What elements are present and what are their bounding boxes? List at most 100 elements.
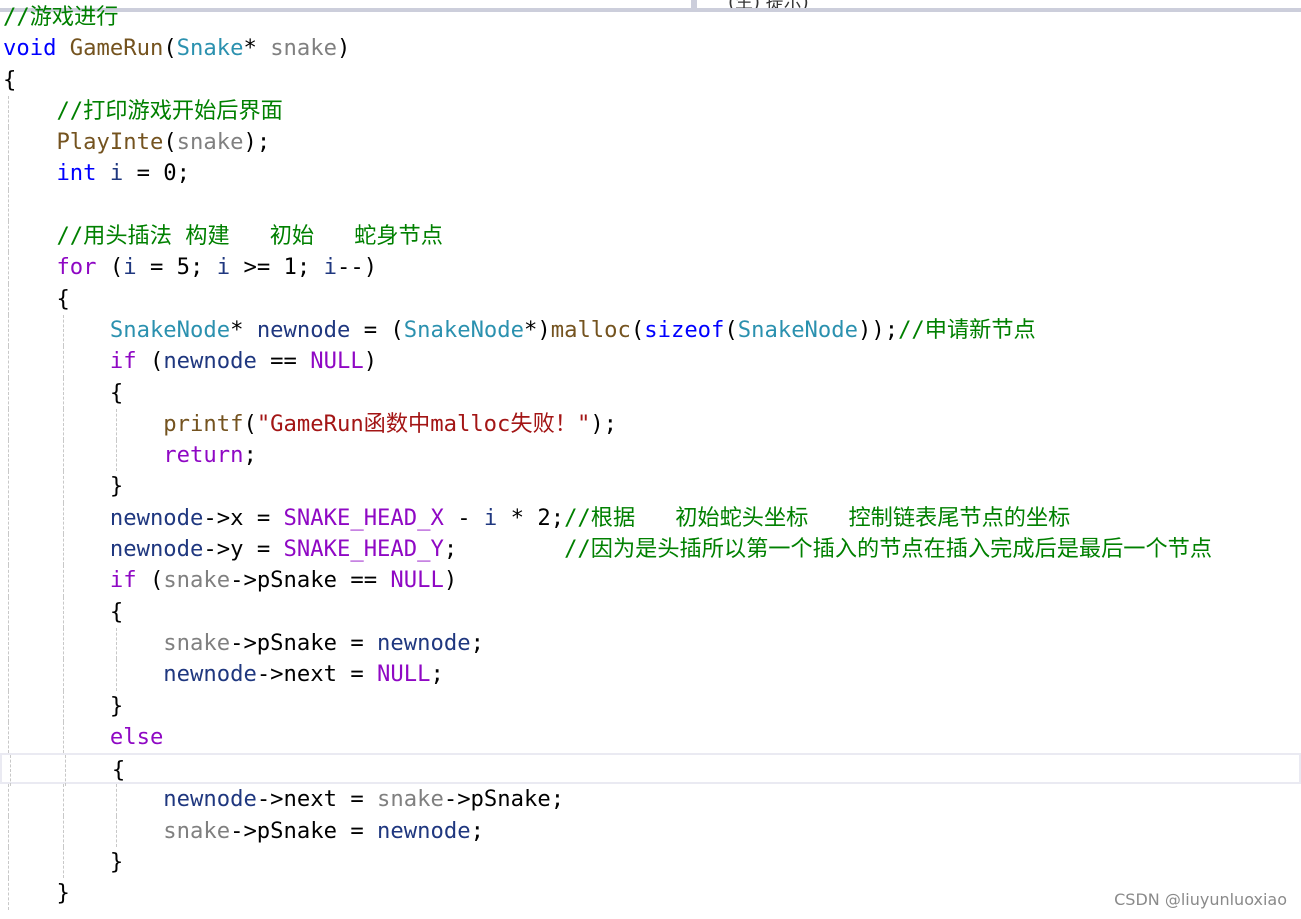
code-line[interactable]: } — [0, 847, 1301, 879]
code-line[interactable]: newnode->x = SNAKE_HEAD_X - i * 2;//根据 初… — [0, 502, 1301, 535]
code-token: newnode — [109, 536, 204, 563]
code-line[interactable]: PlayInte(snake); — [0, 127, 1301, 159]
indent-guide — [8, 847, 9, 879]
code-token: i — [109, 160, 124, 187]
code-token: ( — [96, 254, 124, 281]
code-token: //用头插法 构建 初始 蛇身节点 — [56, 223, 443, 250]
code-token: ); — [590, 410, 618, 437]
code-line[interactable]: void GameRun(Snake* snake) — [0, 33, 1301, 64]
code-line[interactable]: } — [0, 878, 1301, 910]
code-token: malloc — [550, 316, 631, 343]
code-token: Snake — [176, 35, 244, 62]
code-line[interactable]: SnakeNode* newnode = (SnakeNode*)malloc(… — [0, 314, 1301, 347]
code-line[interactable]: newnode->next = snake->pSnake; — [0, 784, 1301, 816]
code-editor[interactable]: //游戏进行 void GameRun(Snake* snake){ //打印游戏… — [0, 2, 1301, 910]
indent-guide — [8, 596, 9, 628]
code-line[interactable]: //游戏进行 — [0, 2, 1301, 33]
code-token: } — [109, 849, 124, 876]
indent-guide — [116, 627, 118, 660]
indent-guide — [62, 721, 64, 754]
code-line[interactable]: //打印游戏开始后界面 — [0, 95, 1301, 128]
code-token: newnode — [163, 786, 257, 813]
code-line[interactable]: } — [0, 690, 1301, 722]
indent-guide — [10, 755, 11, 787]
code-token: ( — [163, 35, 177, 62]
code-token: snake — [377, 786, 444, 813]
code-token: if — [109, 348, 137, 375]
code-token: newnode — [163, 661, 257, 688]
code-token: ( — [136, 348, 164, 375]
code-line[interactable]: newnode->y = SNAKE_HEAD_Y; //因为是头插所以第一个插… — [0, 534, 1301, 566]
code-token: newnode — [377, 817, 471, 844]
code-token: * — [230, 316, 257, 343]
code-line[interactable]: newnode->next = NULL; — [0, 659, 1301, 691]
code-token: = 0; — [123, 160, 191, 187]
code-line[interactable]: //用头插法 构建 初始 蛇身节点 — [0, 221, 1301, 253]
indent-guide — [8, 534, 9, 566]
indent-guide — [116, 440, 118, 472]
code-token: i — [323, 254, 337, 281]
code-token: ->y = — [203, 536, 284, 563]
code-line[interactable]: { — [0, 596, 1301, 628]
code-token: ( — [243, 410, 257, 437]
code-token: = 5; — [136, 254, 217, 281]
indent-guide — [62, 377, 64, 409]
code-line[interactable]: { — [0, 283, 1301, 315]
code-line[interactable]: int i = 0; — [0, 158, 1301, 190]
indent-guide — [62, 440, 64, 472]
indent-guide — [8, 721, 9, 754]
indent-guide — [64, 755, 66, 787]
indent-guide — [8, 784, 9, 816]
code-token: * 2; — [497, 504, 565, 531]
indent-guide — [62, 784, 64, 816]
code-line[interactable]: else — [0, 721, 1301, 754]
code-token: return — [163, 442, 244, 469]
code-line[interactable]: } — [0, 471, 1301, 503]
code-token: //根据 初始蛇头坐标 控制链表尾节点的坐标 — [564, 504, 1071, 531]
code-line[interactable]: return; — [0, 440, 1301, 472]
code-line[interactable]: { — [0, 377, 1301, 409]
code-token: } — [109, 692, 124, 719]
indent-guide — [8, 565, 9, 597]
indent-guide — [8, 189, 9, 222]
code-token: * — [243, 35, 271, 62]
code-token: i — [123, 254, 137, 281]
indent-guide — [62, 471, 64, 503]
code-line[interactable]: { — [0, 65, 1301, 96]
code-token: } — [109, 473, 124, 500]
indent-guide — [8, 502, 9, 535]
indent-guide — [116, 815, 118, 848]
code-token: newnode — [377, 629, 471, 656]
code-line[interactable]: snake->pSnake = newnode; — [0, 815, 1301, 848]
code-line[interactable]: { — [0, 753, 1301, 787]
indent-guide — [62, 314, 64, 347]
code-line[interactable]: snake->pSnake = newnode; — [0, 627, 1301, 660]
watermark: CSDN @liuyunluoxiao — [1114, 890, 1287, 909]
code-token: snake — [270, 35, 337, 62]
code-token: ( — [136, 567, 164, 594]
code-token: NULL — [377, 661, 431, 688]
code-line[interactable]: if (snake->pSnake == NULL) — [0, 565, 1301, 597]
code-token: ) — [443, 567, 458, 594]
indent-guide — [8, 221, 9, 253]
code-token: *) — [524, 316, 551, 343]
code-token: ->next = — [256, 661, 378, 688]
code-token: SNAKE_HEAD_Y — [283, 536, 444, 563]
indent-guide — [62, 346, 64, 378]
indent-guide — [8, 815, 9, 848]
indent-guide — [116, 659, 118, 691]
code-token: SNAKE_HEAD_X — [283, 504, 444, 531]
code-line[interactable]: for (i = 5; i >= 1; i--) — [0, 252, 1301, 284]
code-line[interactable]: printf("GameRun函数中malloc失败！"); — [0, 408, 1301, 441]
code-line[interactable] — [0, 189, 1301, 222]
code-token: if — [109, 567, 137, 594]
code-token: SnakeNode — [403, 316, 525, 343]
code-token: SnakeNode — [109, 316, 231, 343]
indent-guide — [62, 534, 64, 566]
code-line[interactable]: if (newnode == NULL) — [0, 346, 1301, 378]
